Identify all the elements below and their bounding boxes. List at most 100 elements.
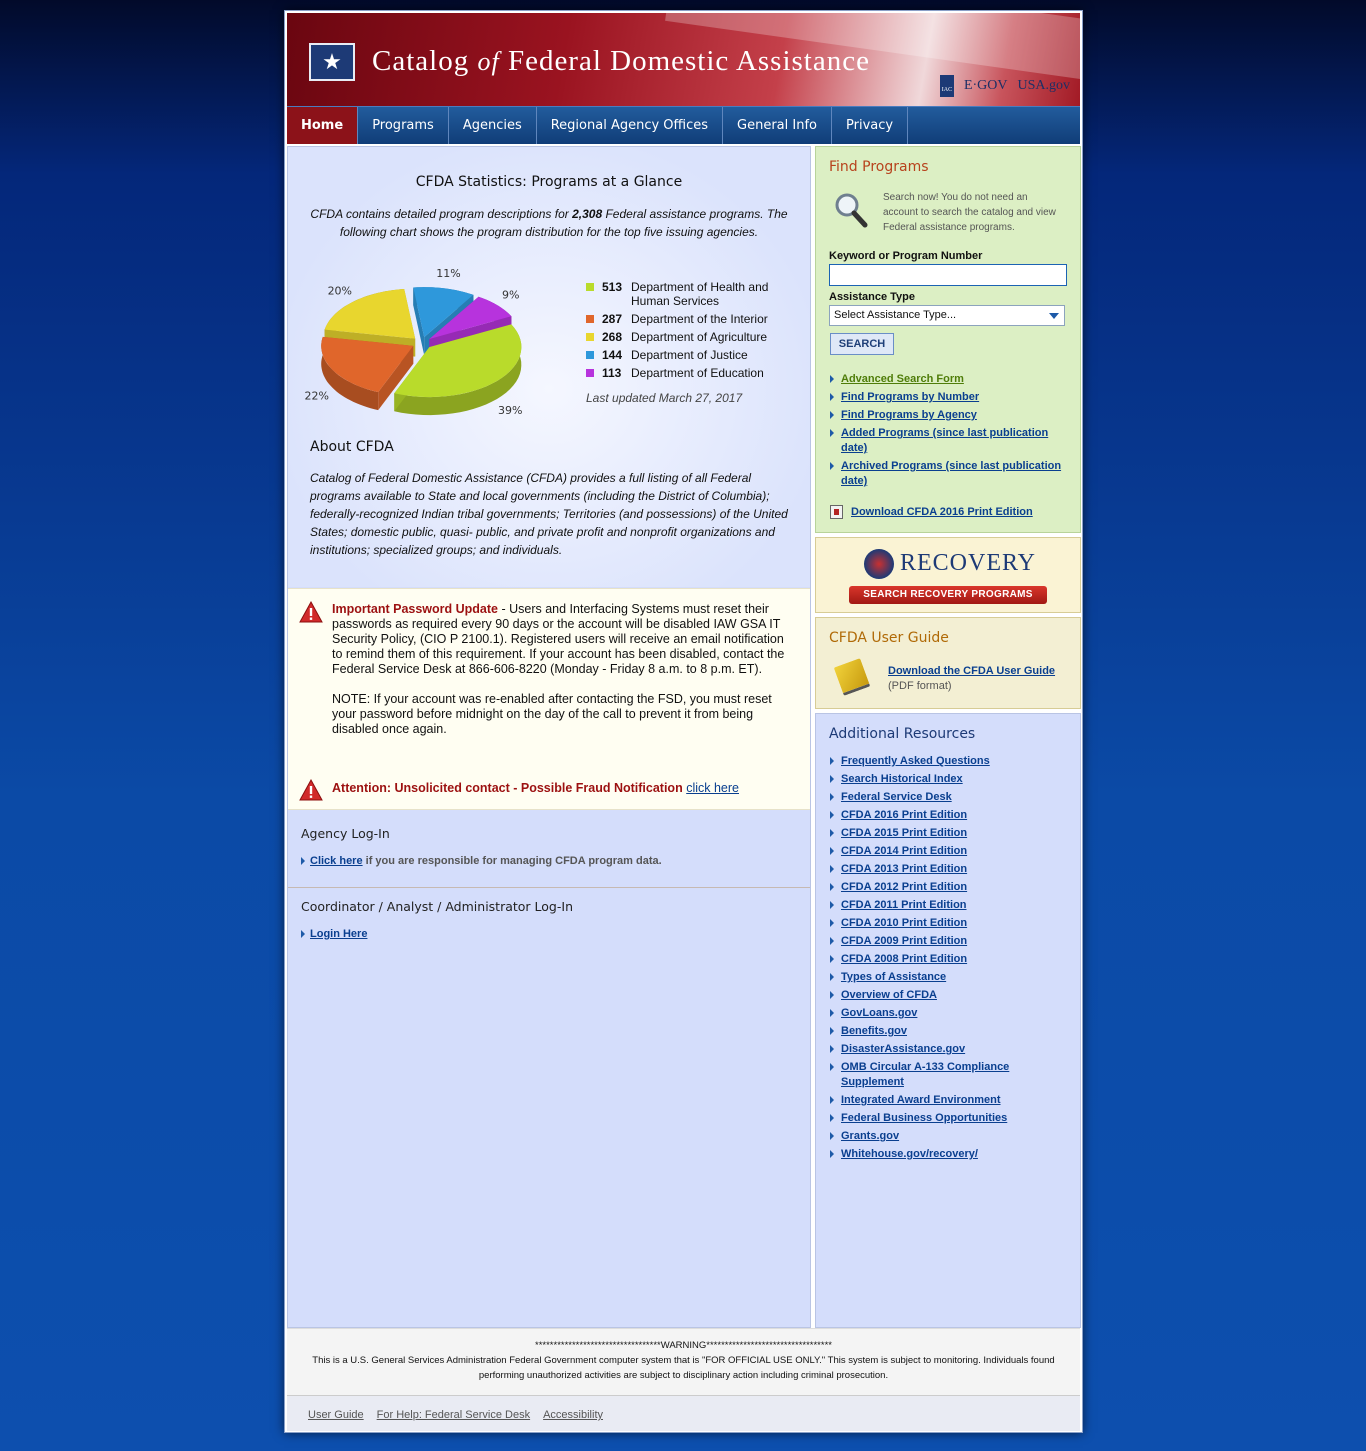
resource-link[interactable]: CFDA 2010 Print Edition	[841, 917, 967, 929]
agency-login-link[interactable]: Click here	[310, 855, 363, 867]
user-guide-link[interactable]: Download the CFDA User Guide	[888, 665, 1055, 677]
arrow-icon	[830, 393, 834, 401]
link-item: CFDA 2012 Print Edition	[830, 880, 1075, 895]
legend-label: Department of Education	[631, 366, 764, 380]
legend-value: 113	[602, 366, 622, 380]
main-column: CFDA Statistics: Programs at a Glance CF…	[287, 146, 811, 1328]
resources-heading: Additional Resources	[829, 726, 976, 742]
fraud-click-here-link[interactable]: click here	[686, 781, 739, 795]
resource-link[interactable]: CFDA 2011 Print Edition	[841, 899, 967, 911]
legend-item: 513 Department of Health and Human Servic…	[586, 280, 796, 308]
resource-link[interactable]: CFDA 2009 Print Edition	[841, 935, 967, 947]
coordinator-login-link[interactable]: Login Here	[310, 928, 367, 940]
arrow-icon	[830, 375, 834, 383]
resource-link[interactable]: Benefits.gov	[841, 1025, 907, 1037]
legend-swatch	[586, 315, 594, 323]
arrow-icon	[830, 865, 834, 873]
usagov-logo[interactable]: USA.gov	[1017, 78, 1070, 94]
nav-regional-agency-offices[interactable]: Regional Agency Offices	[537, 107, 724, 144]
iac-logo[interactable]: IAC	[939, 75, 954, 97]
keyword-input[interactable]	[829, 264, 1067, 286]
footer-accessibility-link[interactable]: Accessibility	[543, 1409, 603, 1421]
link-item: Search Historical Index	[830, 772, 1075, 787]
resource-link[interactable]: CFDA 2016 Print Edition	[841, 809, 967, 821]
find-by-agency-link[interactable]: Find Programs by Agency	[841, 409, 977, 421]
about-heading: About CFDA	[310, 439, 394, 455]
chevron-down-icon	[1049, 313, 1059, 319]
agency-login-line: Click here if you are responsible for ma…	[301, 855, 662, 867]
legend-label: Department of the Interior	[631, 312, 768, 326]
resource-link[interactable]: OMB Circular A-133 Compliance Supplement	[841, 1061, 1009, 1088]
search-button[interactable]: SEARCH	[830, 333, 894, 355]
resources-links: Frequently Asked Questions Search Histori…	[830, 754, 1075, 1165]
divider	[288, 887, 810, 888]
nav-agencies[interactable]: Agencies	[449, 107, 537, 144]
agency-pie-chart: 11% 20% 9% 22% 39%	[304, 267, 522, 417]
cfda-logo-icon[interactable]: ★	[309, 43, 355, 81]
resource-link[interactable]: Federal Business Opportunities	[841, 1112, 1007, 1124]
archived-programs-link[interactable]: Archived Programs (since last publicatio…	[841, 460, 1061, 487]
link-item: Archived Programs (since last publicatio…	[830, 459, 1075, 489]
pie-percent-label: 39%	[498, 404, 522, 417]
resource-link[interactable]: CFDA 2014 Print Edition	[841, 845, 967, 857]
assistance-type-select[interactable]: Select Assistance Type...	[829, 305, 1065, 326]
arrow-icon	[830, 901, 834, 909]
legend-item: 144 Department of Justice	[586, 348, 796, 362]
nav-general-info[interactable]: General Info	[723, 107, 832, 144]
link-item: Overview of CFDA	[830, 988, 1075, 1003]
warning-text: This is a U.S. General Services Administ…	[312, 1355, 1055, 1381]
about-text: Catalog of Federal Domestic Assistance (…	[310, 471, 788, 557]
resource-link[interactable]: CFDA 2015 Print Edition	[841, 827, 967, 839]
fraud-notice: Attention: Unsolicited contact - Possibl…	[332, 781, 739, 795]
resource-link[interactable]: Integrated Award Environment	[841, 1094, 1001, 1106]
download-print-edition-link[interactable]: Download CFDA 2016 Print Edition	[851, 506, 1033, 518]
stats-intro: CFDA contains detailed program descripti…	[310, 205, 788, 241]
arrow-icon	[830, 1096, 834, 1104]
nav-privacy[interactable]: Privacy	[832, 107, 909, 144]
resource-link[interactable]: DisasterAssistance.gov	[841, 1043, 965, 1055]
egov-logo[interactable]: E·GOV	[964, 78, 1008, 94]
resource-link[interactable]: Whitehouse.gov/recovery/	[841, 1148, 978, 1160]
resource-link[interactable]: Grants.gov	[841, 1130, 899, 1142]
added-programs-link[interactable]: Added Programs (since last publication d…	[841, 427, 1048, 454]
resource-link[interactable]: CFDA 2013 Print Edition	[841, 863, 967, 875]
resource-link[interactable]: Search Historical Index	[841, 773, 963, 785]
site-title[interactable]: Catalog of Federal Domestic Assistance	[372, 45, 870, 78]
nav-home[interactable]: Home	[287, 107, 359, 144]
link-item: Advanced Search Form	[830, 372, 1075, 387]
nav-programs[interactable]: Programs	[358, 107, 449, 144]
advanced-search-link[interactable]: Advanced Search Form	[841, 373, 964, 385]
resource-link[interactable]: CFDA 2008 Print Edition	[841, 953, 967, 965]
find-programs-heading: Find Programs	[829, 159, 929, 175]
title-rest: Federal Domestic Assistance	[507, 45, 870, 77]
search-recovery-button[interactable]: SEARCH RECOVERY PROGRAMS	[849, 586, 1047, 604]
additional-resources-panel: Additional Resources Frequently Asked Qu…	[815, 713, 1081, 1328]
legend-swatch	[586, 369, 594, 377]
arrow-icon	[830, 883, 834, 891]
footer-help-link[interactable]: For Help: Federal Service Desk	[377, 1409, 530, 1421]
find-by-number-link[interactable]: Find Programs by Number	[841, 391, 979, 403]
legend-swatch	[586, 283, 594, 291]
link-item: Grants.gov	[830, 1129, 1075, 1144]
footer-warning: **********************************WARNIN…	[287, 1328, 1080, 1395]
arrow-icon	[830, 991, 834, 999]
stats-section: CFDA Statistics: Programs at a Glance CF…	[288, 147, 810, 587]
resource-link[interactable]: Frequently Asked Questions	[841, 755, 990, 767]
resource-link[interactable]: GovLoans.gov	[841, 1007, 917, 1019]
notice-section: Important Password Update - Users and In…	[288, 588, 810, 810]
legend-item: 113 Department of Education	[586, 366, 796, 380]
footer-user-guide-link[interactable]: User Guide	[308, 1409, 364, 1421]
arrow-icon	[830, 955, 834, 963]
agency-login-title: Agency Log-In	[301, 826, 390, 841]
link-item: CFDA 2009 Print Edition	[830, 934, 1075, 949]
resource-link[interactable]: Federal Service Desk	[841, 791, 952, 803]
legend-label: Department of Health and Human Services	[631, 280, 769, 308]
resource-link[interactable]: Types of Assistance	[841, 971, 946, 983]
resource-link[interactable]: Overview of CFDA	[841, 989, 937, 1001]
arrow-icon	[830, 1150, 834, 1158]
link-item: Federal Business Opportunities	[830, 1111, 1075, 1126]
resource-link[interactable]: CFDA 2012 Print Edition	[841, 881, 967, 893]
user-guide-download: Download the CFDA User Guide (PDF format)	[888, 664, 1055, 694]
arrow-icon	[830, 793, 834, 801]
recovery-title[interactable]: RECOVERY	[900, 550, 1036, 577]
